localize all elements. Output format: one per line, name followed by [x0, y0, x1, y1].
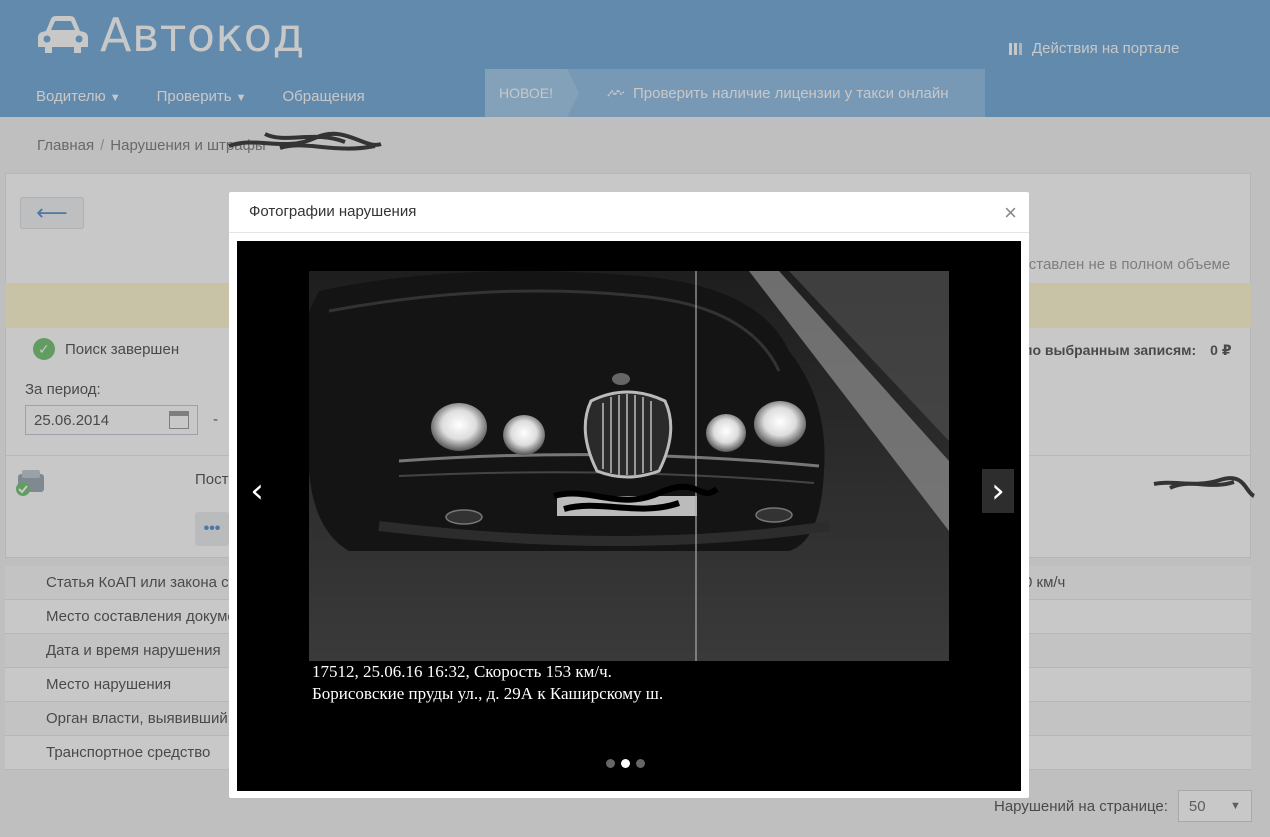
photo-modal: Фотографии нарушения × 17512, 25.06.16 1…	[229, 192, 1029, 798]
modal-title: Фотографии нарушения	[249, 203, 417, 220]
next-photo-button[interactable]: ›	[982, 469, 1014, 513]
slide-dot[interactable]	[606, 759, 615, 768]
slide-dot-active[interactable]	[621, 759, 630, 768]
photo-viewer: 17512, 25.06.16 16:32, Скорость 153 км/ч…	[237, 241, 1021, 791]
prev-photo-button[interactable]: ‹	[241, 469, 273, 513]
caption-line-2: Борисовские пруды ул., д. 29А к Каширско…	[312, 684, 664, 703]
close-icon[interactable]: ×	[1004, 200, 1017, 226]
car-photo	[309, 271, 949, 661]
slide-indicators	[606, 759, 645, 768]
slide-dot[interactable]	[636, 759, 645, 768]
caption-line-1: 17512, 25.06.16 16:32, Скорость 153 км/ч…	[312, 662, 612, 681]
photo-caption: 17512, 25.06.16 16:32, Скорость 153 км/ч…	[312, 661, 663, 705]
modal-divider	[229, 232, 1029, 233]
violation-photo	[309, 271, 949, 661]
